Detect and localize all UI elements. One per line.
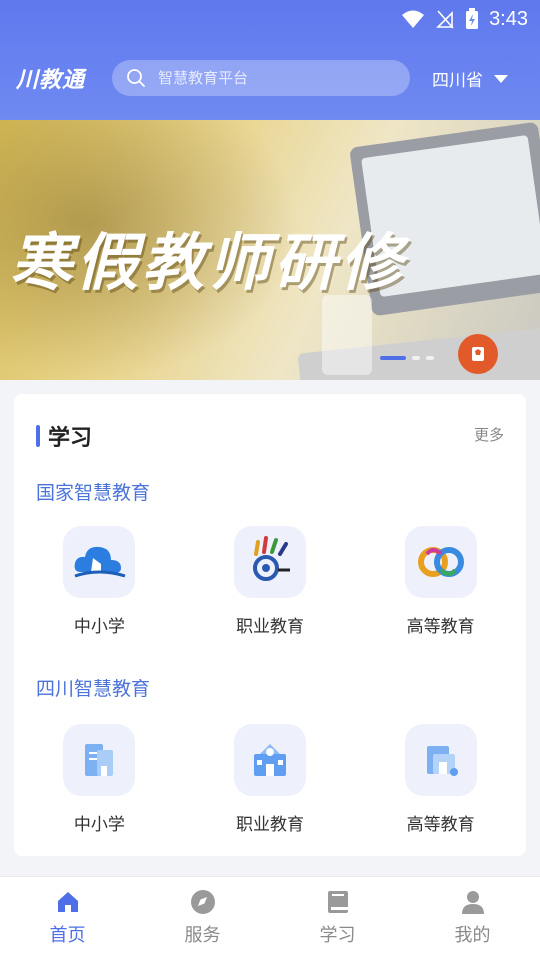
region-label: 四川省: [432, 71, 483, 91]
study-card-title: 学习: [48, 426, 93, 451]
sichuan-edu-grid: 中小学 职业教育 高等教育: [14, 724, 526, 835]
tab-services-label: 服务: [184, 925, 221, 946]
wifi-icon: [402, 10, 425, 28]
carousel-dot: [412, 356, 420, 360]
tab-home[interactable]: 首页: [0, 877, 135, 960]
banner-badge-icon[interactable]: [458, 334, 498, 374]
national-higher-label: 高等教育: [406, 617, 475, 637]
caret-down-icon: [494, 74, 508, 83]
tab-study[interactable]: 学习: [270, 877, 405, 960]
national-primary-tile[interactable]: 中小学: [14, 526, 185, 637]
app-logo: 川教通: [16, 67, 86, 93]
tab-home-label: 首页: [49, 925, 86, 946]
banner-carousel[interactable]: 寒假教师研修: [0, 120, 540, 380]
top-header: 3:43 川教通 四川省: [0, 0, 540, 120]
tab-profile[interactable]: 我的: [405, 877, 540, 960]
national-vocational-label: 职业教育: [235, 617, 304, 637]
university-icon: [404, 724, 477, 796]
bottom-tab-bar: 首页 服务 学习 我的: [0, 876, 540, 960]
search-icon: [127, 69, 145, 87]
national-higher-tile[interactable]: 高等教育: [355, 526, 526, 637]
vocational-logo-icon: [233, 526, 306, 598]
compass-icon: [190, 890, 215, 914]
tab-profile-label: 我的: [454, 925, 491, 946]
national-primary-label: 中小学: [73, 617, 125, 637]
carousel-dot: [426, 356, 434, 360]
study-card-header: 学习: [36, 420, 92, 452]
status-time: 3:43: [489, 7, 528, 30]
tab-services[interactable]: 服务: [135, 877, 270, 960]
carousel-dot-active: [380, 356, 406, 360]
cloud-book-icon: [63, 526, 136, 598]
sichuan-primary-label: 中小学: [73, 815, 125, 835]
sichuan-higher-label: 高等教育: [406, 815, 475, 835]
tab-study-label: 学习: [319, 925, 356, 946]
study-card: 学习 更多 国家智慧教育 中小学 职业教育 高等教育 四川智慧教育 中小学 职业…: [14, 394, 526, 856]
sichuan-edu-title: 四川智慧教育: [36, 678, 151, 700]
banner-title: 寒假教师研修: [10, 226, 407, 299]
search-bar[interactable]: [112, 60, 410, 96]
status-bar: 3:43: [401, 6, 528, 32]
sichuan-vocational-tile[interactable]: 职业教育: [185, 724, 356, 835]
sichuan-higher-tile[interactable]: 高等教育: [355, 724, 526, 835]
search-input[interactable]: [158, 69, 378, 87]
person-icon: [461, 891, 484, 914]
battery-charging-icon: [466, 8, 479, 29]
sichuan-vocational-label: 职业教育: [235, 815, 304, 835]
building-icon: [63, 724, 136, 796]
school-icon: [233, 724, 306, 796]
higher-edu-logo-icon: [404, 526, 477, 598]
national-edu-grid: 中小学 职业教育 高等教育: [14, 526, 526, 637]
no-signal-icon: [436, 10, 454, 29]
more-link[interactable]: 更多: [474, 424, 504, 445]
sichuan-primary-tile[interactable]: 中小学: [14, 724, 185, 835]
national-edu-title: 国家智慧教育: [36, 482, 151, 504]
carousel-indicator: [380, 356, 434, 360]
home-icon: [57, 892, 78, 912]
region-selector[interactable]: 四川省: [432, 66, 509, 91]
national-vocational-tile[interactable]: 职业教育: [185, 526, 356, 637]
book-icon: [327, 891, 348, 913]
